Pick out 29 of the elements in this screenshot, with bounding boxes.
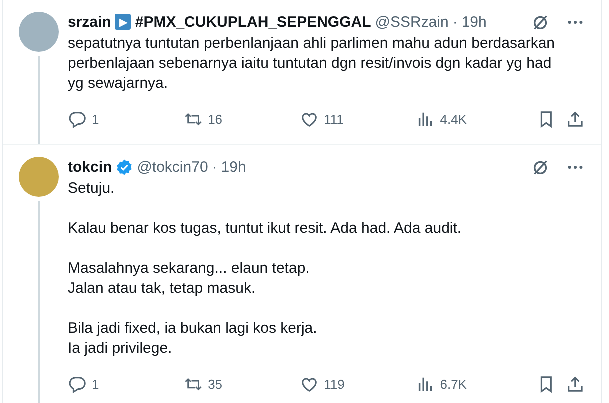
share-icon[interactable]	[566, 110, 585, 128]
display-name-tag[interactable]: #PMX_CUKUPLAH_SEPENGGAL	[135, 14, 372, 30]
like-count: 119	[324, 376, 345, 392]
post-text: Setuju.	[68, 179, 116, 199]
user-handle[interactable]: @tokcin70	[137, 158, 208, 176]
separator-dot: ·	[452, 14, 458, 30]
display-name[interactable]: tokcin	[68, 158, 112, 176]
post-text: Kalau benar kos tugas, tuntut ikut resit. Ada had. Ada audit.	[68, 219, 463, 239]
post-time[interactable]: 19h	[221, 158, 246, 176]
post-text: Jalan atau tak, tetap masuk.	[68, 279, 257, 299]
user-handle[interactable]: @SSRzain	[375, 14, 449, 30]
post-text: Bila jadi fixed, ia bukan lagi kos kerja.	[68, 319, 318, 339]
post-time[interactable]: 19h	[462, 14, 487, 30]
post-text: sepatutnya tuntutan perbenlanjaan ahli parlimen mahu adun berdasarkan perbenlajaan sebenarnya iaitu tuntutan dgn resit/invois dgn kadar yg had yg sewajarnya.	[68, 34, 556, 94]
reply-count: 1	[92, 112, 100, 126]
view-count: 4.4K	[440, 112, 467, 126]
view-count: 6.7K	[440, 376, 467, 392]
post-text: Masalahnya sekarang... elaun tetap.	[68, 259, 311, 279]
separator-dot: ·	[212, 158, 218, 176]
share-icon[interactable]	[566, 374, 585, 394]
play-emoji: ▶	[115, 14, 132, 30]
reply-icon[interactable]	[68, 374, 87, 394]
repost-count: 16	[208, 112, 223, 126]
display-name[interactable]: srzain	[68, 14, 112, 30]
reply-icon[interactable]	[68, 110, 87, 128]
post-text: Ia jadi privilege.	[68, 339, 174, 359]
like-count: 111	[324, 112, 344, 126]
repost-count: 35	[208, 376, 223, 392]
reply-count: 1	[92, 376, 100, 392]
